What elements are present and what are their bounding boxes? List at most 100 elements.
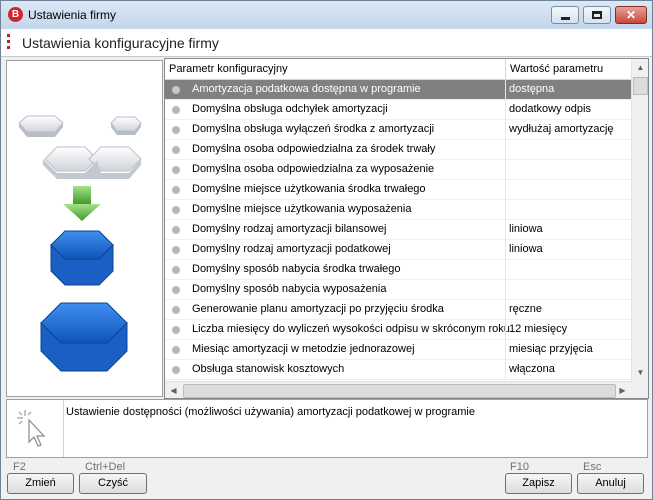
parameter-value[interactable]: ręczne [509,303,542,315]
save-shortcut-label: F10 [510,461,529,473]
table-row[interactable]: Domyślne miejsce użytkowania środka trwa… [165,180,631,200]
parameter-name: Domyślny rodzaj amortyzacji podatkowej [192,243,391,255]
parameter-value[interactable]: dodatkowy odpis [509,103,591,115]
close-icon: ✕ [625,8,637,22]
cell-divider [505,120,506,140]
cancel-button[interactable]: Anuluj [577,473,644,494]
column-header-value[interactable]: Wartość parametru [510,63,603,75]
close-button[interactable]: ✕ [615,6,647,24]
table-row[interactable]: Liczba miesięcy do wyliczeń wysokości od… [165,320,631,340]
cell-divider [505,280,506,300]
parameter-value[interactable]: miesiąc przyjęcia [509,343,593,355]
table-row[interactable]: Domyślny rodzaj amortyzacji podatkowej li… [165,240,631,260]
window-title: Ustawienia firmy [28,8,117,22]
table-row[interactable]: Domyślna obsługa wyłączeń środka z amort… [165,120,631,140]
parameter-value[interactable]: włączona [509,363,555,375]
description-panel: Ustawienie dostępności (możliwości używa… [6,399,648,458]
hexagon-illustration [18,115,142,372]
white-hexagon-small-left [18,115,64,137]
white-hexagon-small-right [110,116,142,135]
parameter-name: Domyślny sposób nabycia wyposażenia [192,283,387,295]
table-body: Amortyzacja podatkowa dostępna w program… [165,80,631,380]
row-status-dot-icon [172,166,180,174]
maximize-icon [592,11,602,19]
save-button[interactable]: Zapisz [505,473,572,494]
row-status-dot-icon [172,366,180,374]
parameter-value[interactable]: 12 miesięcy [509,323,567,335]
parameter-value[interactable]: liniowa [509,223,543,235]
cell-divider [505,180,506,200]
parameter-value[interactable]: dostępna [509,83,554,95]
parameter-name: Liczba miesięcy do wyliczeń wysokości od… [192,323,510,335]
parameter-name: Generowanie planu amortyzacji po przyjęc… [192,303,444,315]
description-icon-box [7,400,64,457]
column-divider[interactable] [505,59,506,79]
page-title: Ustawienia konfiguracyjne firmy [22,35,219,51]
row-status-dot-icon [172,226,180,234]
table-row[interactable]: Domyślny sposób nabycia wyposażenia [165,280,631,300]
parameter-name: Domyślny rodzaj amortyzacji bilansowej [192,223,387,235]
row-status-dot-icon [172,266,180,274]
change-shortcut-label: F2 [13,461,26,473]
scroll-up-icon[interactable]: ▲ [632,59,648,76]
cell-divider [505,200,506,220]
scroll-left-icon[interactable]: ◀ [165,382,182,398]
table-row[interactable]: Amortyzacja podatkowa dostępna w program… [165,80,631,100]
row-status-dot-icon [172,306,180,314]
parameter-name: Domyślne miejsce użytkowania wyposażenia [192,203,412,215]
parameter-name: Domyślna obsługa wyłączeń środka z amort… [192,123,435,135]
maximize-button[interactable] [583,6,611,24]
table-row[interactable]: Domyślne miejsce użytkowania wyposażenia [165,200,631,220]
parameter-value[interactable]: liniowa [509,243,543,255]
table-row[interactable]: Generowanie planu amortyzacji po przyjęc… [165,300,631,320]
header-accent-mark [7,34,10,50]
cell-divider [505,320,506,340]
horizontal-scroll-thumb[interactable] [183,384,616,398]
table-row[interactable]: Domyślna osoba odpowiedzialna za wyposaż… [165,160,631,180]
parameter-name: Domyślne miejsce użytkowania środka trwa… [192,183,426,195]
cell-divider [505,140,506,160]
green-down-arrow [63,186,101,221]
cell-divider [505,360,506,380]
cell-divider [505,260,506,280]
clear-button[interactable]: Czyść [79,473,147,494]
table-header: Parametr konfiguracyjny Wartość parametr… [165,59,631,80]
clear-shortcut-label: Ctrl+Del [85,461,126,473]
parameter-name: Domyślny sposób nabycia środka trwałego [192,263,401,275]
table-row[interactable]: Domyślna obsługa odchyłek amortyzacji dod… [165,100,631,120]
cell-divider [505,340,506,360]
column-header-parameter[interactable]: Parametr konfiguracyjny [169,63,288,75]
minimize-button[interactable] [551,6,579,24]
table-row[interactable]: Domyślny sposób nabycia środka trwałego [165,260,631,280]
row-status-dot-icon [172,246,180,254]
row-status-dot-icon [172,126,180,134]
cell-divider [505,240,506,260]
cell-divider [505,100,506,120]
app-logo-icon[interactable]: B [8,7,23,22]
parameter-name: Miesiąc amortyzacji w metodzie jednorazo… [192,343,415,355]
change-button[interactable]: Zmień [7,473,74,494]
parameter-name: Obsługa stanowisk kosztowych [192,363,345,375]
cursor-hint-icon [17,410,46,447]
horizontal-scrollbar[interactable]: ◀ ▶ [165,381,631,398]
cancel-shortcut-label: Esc [583,461,602,473]
parameter-name: Domyślna osoba odpowiedzialna za wyposaż… [192,163,435,175]
table-row[interactable]: Obsługa stanowisk kosztowych włączona [165,360,631,380]
parameter-name: Domyślna osoba odpowiedzialna za środek … [192,143,436,155]
vertical-scroll-thumb[interactable] [633,77,648,95]
table-row[interactable]: Miesiąc amortyzacji w metodzie jednorazo… [165,340,631,360]
row-status-dot-icon [172,206,180,214]
vertical-scrollbar[interactable]: ▲ ▼ [631,59,648,381]
settings-window: B Ustawienia firmy ✕ Ustawienia konfigur… [0,0,653,500]
row-status-dot-icon [172,346,180,354]
title-bar[interactable]: B Ustawienia firmy ✕ [1,1,652,29]
parameters-table[interactable]: Parametr konfiguracyjny Wartość parametr… [164,58,649,399]
cell-divider [505,300,506,320]
minimize-icon [561,17,570,20]
illustration-panel [6,60,163,397]
table-row[interactable]: Domyślny rodzaj amortyzacji bilansowej li… [165,220,631,240]
parameter-value[interactable]: wydłużaj amortyzację [509,123,614,135]
scroll-down-icon[interactable]: ▼ [632,364,648,381]
scroll-right-icon[interactable]: ▶ [614,382,631,398]
table-row[interactable]: Domyślna osoba odpowiedzialna za środek … [165,140,631,160]
